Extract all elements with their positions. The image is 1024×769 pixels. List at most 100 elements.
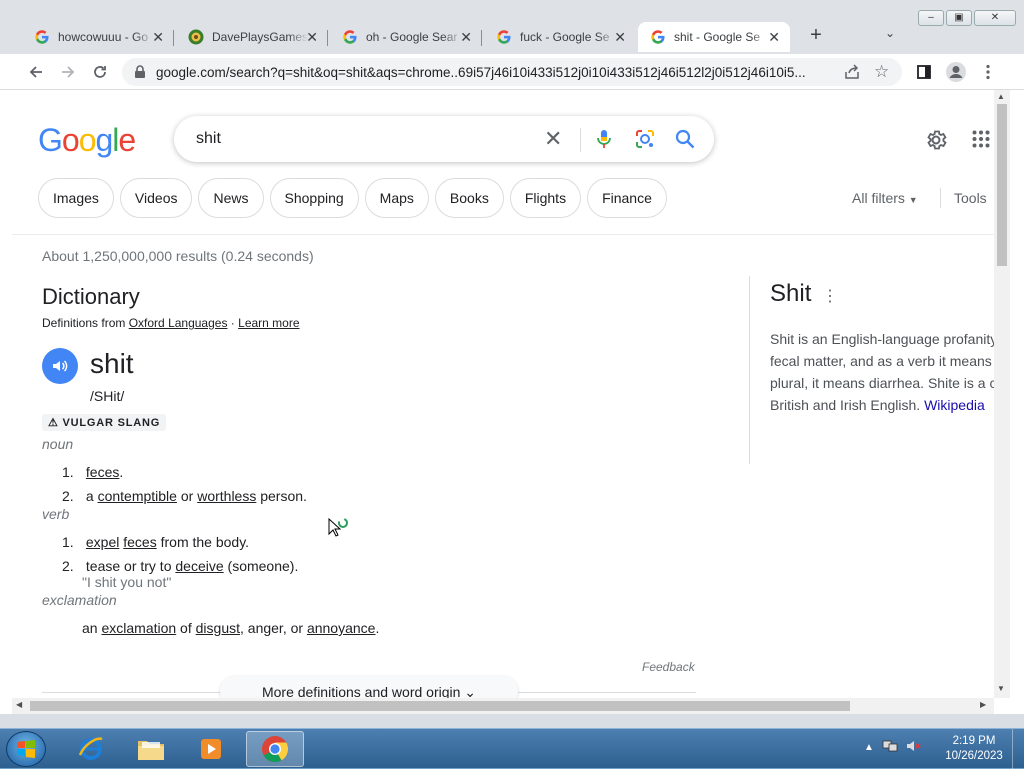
definition-link[interactable]: annoyance (307, 620, 376, 636)
show-hidden-icons-icon[interactable]: ▲ (864, 742, 874, 753)
usage-example: "I shit you not" (82, 574, 172, 590)
tab-5-active[interactable]: shit - Google Se ✕ (638, 22, 790, 52)
tab-close-icon[interactable]: ✕ (460, 29, 472, 46)
chip-images[interactable]: Images (38, 178, 114, 218)
description-line: fecal matter, and as a verb it means (770, 353, 992, 369)
google-g-icon (496, 29, 512, 45)
lock-icon[interactable] (134, 65, 146, 84)
feedback-link[interactable]: Feedback (642, 660, 695, 674)
start-button[interactable] (6, 731, 46, 767)
taskbar-clock[interactable]: 2:19 PM 10/26/2023 (942, 734, 1006, 764)
tab-strip: – ▣ ✕ howcowuuu - Go ✕ DavePlaysGames ✕ … (0, 0, 1024, 54)
warning-icon: ⚠ (48, 417, 59, 429)
wikipedia-link[interactable]: Wikipedia (924, 397, 985, 413)
settings-gear-icon[interactable] (924, 128, 948, 157)
scroll-left-arrow-icon[interactable]: ◀ (16, 700, 22, 709)
share-icon[interactable] (844, 64, 860, 85)
vertical-scroll-thumb[interactable] (997, 104, 1007, 266)
pronunciation-button[interactable] (42, 348, 78, 384)
chip-flights[interactable]: Flights (509, 178, 582, 218)
definition-text: . (375, 620, 380, 636)
clear-search-icon[interactable]: ✕ (544, 126, 562, 152)
kebab-menu-icon[interactable]: ⋮ (822, 286, 838, 306)
chip-maps[interactable]: Maps (364, 178, 429, 218)
address-bar[interactable]: google.com/search?q=shit&oq=shit&aqs=chr… (122, 58, 902, 86)
all-filters-button[interactable]: All filters ▼ (852, 190, 918, 206)
taskbar-internet-explorer[interactable] (62, 731, 120, 767)
profile-button[interactable] (944, 60, 968, 84)
definition-link[interactable]: expel (86, 534, 119, 550)
show-desktop-button[interactable] (1012, 729, 1024, 769)
tab-close-icon[interactable]: ✕ (306, 29, 318, 46)
google-logo[interactable]: Google (38, 122, 136, 159)
taskbar-chrome[interactable] (246, 731, 304, 767)
vertical-scrollbar[interactable]: ▲ ▼ (994, 90, 1010, 698)
volume-muted-icon[interactable] (906, 739, 922, 756)
horizontal-scrollbar[interactable]: ◀ ▶ (12, 698, 994, 714)
scroll-right-arrow-icon[interactable]: ▶ (980, 700, 986, 709)
scroll-down-arrow-icon[interactable]: ▼ (997, 684, 1005, 693)
chip-books[interactable]: Books (434, 178, 504, 218)
tools-button[interactable]: Tools (954, 190, 987, 206)
folder-icon (138, 741, 164, 760)
definition-link[interactable]: disgust (196, 620, 240, 636)
horizontal-scroll-thumb[interactable] (30, 701, 850, 711)
definition-link[interactable]: contemptible (98, 488, 177, 504)
chip-shopping[interactable]: Shopping (269, 178, 359, 218)
google-g-icon (650, 29, 666, 45)
oxford-languages-link[interactable]: Oxford Languages (129, 316, 228, 330)
taskbar-file-explorer[interactable] (122, 731, 180, 767)
dictionary-heading: Dictionary (42, 284, 140, 309)
search-icon[interactable] (674, 128, 696, 155)
tab-title: DavePlaysGames (212, 30, 308, 44)
reload-button[interactable] (88, 60, 112, 84)
url-text[interactable]: google.com/search?q=shit&oq=shit&aqs=chr… (156, 65, 836, 80)
scroll-up-arrow-icon[interactable]: ▲ (997, 92, 1005, 101)
taskbar-media-player[interactable] (182, 731, 240, 767)
tab-search-chevron-icon[interactable]: ⌄ (885, 26, 895, 40)
lens-camera-icon[interactable] (634, 128, 656, 155)
pos-noun: noun (42, 436, 74, 452)
tab-3[interactable]: oh - Google Sear ✕ (330, 22, 482, 52)
tab-4[interactable]: fuck - Google Se ✕ (484, 22, 636, 52)
tab-title: fuck - Google Se (520, 30, 610, 44)
tab-close-icon[interactable]: ✕ (768, 29, 780, 46)
definition-link[interactable]: worthless (197, 488, 256, 504)
window-controls: – ▣ ✕ (918, 10, 1016, 26)
clock-date: 10/26/2023 (945, 750, 1003, 762)
chip-finance[interactable]: Finance (587, 178, 667, 218)
tab-2[interactable]: DavePlaysGames ✕ (176, 22, 328, 52)
tab-title: howcowuuu - Go (58, 30, 149, 44)
channel-avatar-icon (188, 29, 204, 45)
browser-menu-button[interactable] (976, 60, 1000, 84)
new-tab-button[interactable]: + (806, 24, 826, 47)
network-icon[interactable] (882, 739, 898, 756)
forward-button[interactable] (56, 60, 80, 84)
definition-link[interactable]: deceive (175, 558, 223, 574)
chip-videos[interactable]: Videos (119, 178, 193, 218)
definition-row: 1. expel feces from the body. (62, 534, 249, 550)
tab-close-icon[interactable]: ✕ (614, 29, 626, 46)
definition-link[interactable]: feces (123, 534, 156, 550)
definition-link[interactable]: feces (86, 464, 119, 480)
more-definitions-label: More definitions and word origin (261, 684, 461, 698)
maximize-button[interactable]: ▣ (946, 10, 972, 26)
profile-avatar-icon (946, 62, 966, 82)
kebab-menu-icon (986, 64, 990, 80)
mic-icon[interactable] (594, 128, 614, 155)
more-definitions-button[interactable]: More definitions and word origin ⌄ (220, 676, 518, 698)
google-apps-grid-icon[interactable] (972, 130, 990, 153)
chevron-down-icon: ⌄ (464, 684, 477, 698)
side-panel-button[interactable] (912, 60, 936, 84)
close-window-button[interactable]: ✕ (974, 10, 1016, 26)
back-button[interactable] (24, 60, 48, 84)
search-box[interactable]: shit ✕ (174, 116, 714, 162)
definition-link[interactable]: exclamation (101, 620, 176, 636)
chip-news[interactable]: News (198, 178, 264, 218)
minimize-button[interactable]: – (918, 10, 944, 26)
search-query[interactable]: shit (196, 130, 221, 148)
learn-more-link[interactable]: Learn more (238, 316, 299, 330)
tab-1[interactable]: howcowuuu - Go ✕ (22, 22, 174, 52)
tab-close-icon[interactable]: ✕ (152, 29, 164, 46)
bookmark-star-icon[interactable]: ☆ (874, 62, 889, 82)
